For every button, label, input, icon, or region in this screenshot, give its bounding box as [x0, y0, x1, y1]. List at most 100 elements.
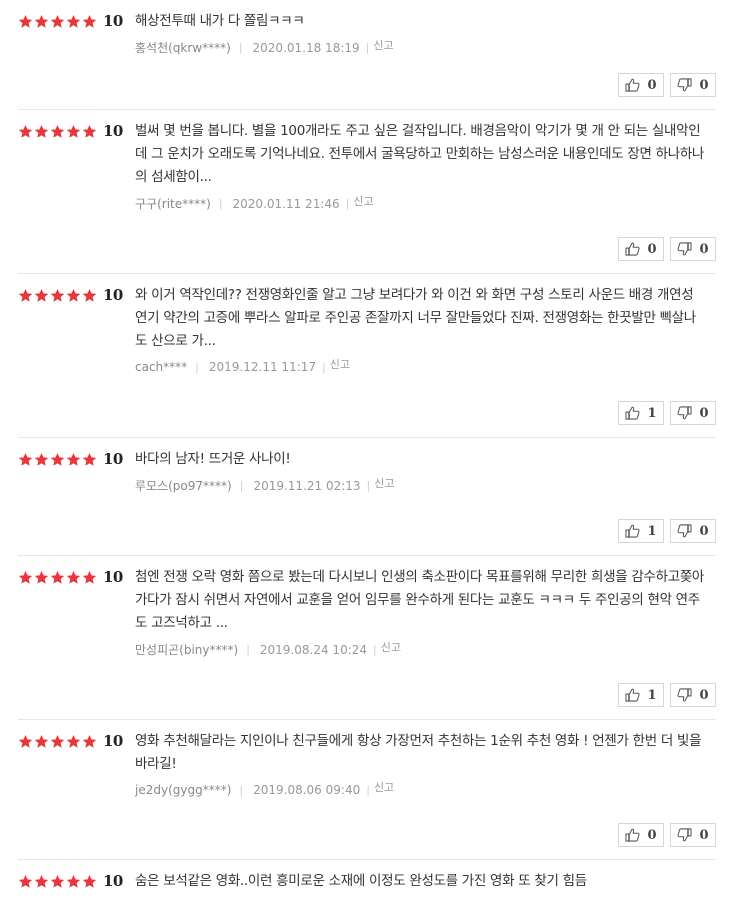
meta-divider: | [195, 360, 199, 374]
star-icon [82, 452, 97, 466]
report-link[interactable]: 신고 [374, 475, 394, 491]
dislike-count: 0 [699, 687, 709, 703]
review-meta: 구구(rite****) | 2020.01.11 21:46 | 신고 [135, 195, 705, 212]
dislike-button[interactable]: 0 [670, 73, 716, 97]
dislike-button[interactable]: 0 [670, 237, 716, 261]
report-link[interactable]: 신고 [373, 37, 393, 53]
like-count: 0 [647, 827, 657, 843]
star-rating [18, 452, 97, 467]
review-author: 구구(rite****) [135, 197, 211, 211]
vote-buttons: 0 0 [618, 73, 716, 97]
review-score: 10 [18, 286, 123, 304]
review-item: 10 영화 추천해달라는 지인이나 친구들에게 항상 가장먼저 추천하는 1순위… [18, 720, 716, 860]
dislike-button[interactable]: 0 [670, 683, 716, 707]
review-meta: 홍석천(qkrw****) | 2020.01.18 18:19 | 신고 [135, 39, 705, 56]
like-count: 1 [647, 687, 657, 703]
review-date: 2019.12.11 11:17 [208, 360, 316, 374]
review-meta: je2dy(gygg****) | 2019.08.06 09:40 | 신고 [135, 779, 705, 798]
review-score: 10 [18, 450, 123, 468]
review-text: 첨엔 전쟁 오락 영화 쯤으로 봤는데 다시보니 인생의 축소판이다 목표를위해… [135, 569, 705, 631]
vote-buttons: 1 0 [618, 519, 716, 543]
review-score: 10 [18, 122, 123, 140]
meta-divider: | [239, 479, 244, 492]
thumbs-up-icon [625, 406, 640, 420]
review-meta: cach**** | 2019.12.11 11:17 | 신고 [135, 356, 705, 375]
like-button[interactable]: 1 [618, 401, 664, 425]
review-meta: 루모스(po97****) | 2019.11.21 02:13 | 신고 [135, 477, 705, 494]
like-button[interactable]: 1 [618, 519, 664, 543]
like-count: 1 [647, 523, 657, 539]
thumbs-down-icon [677, 828, 693, 842]
review-item: 10 벌써 몇 번을 봅니다. 별을 100개라도 주고 싶은 걸작입니다. 배… [18, 110, 716, 274]
rating-number: 10 [103, 122, 123, 140]
report-link[interactable]: 신고 [374, 779, 394, 795]
vote-buttons: 1 0 [618, 401, 716, 425]
review-date: 2019.11.21 02:13 [253, 478, 361, 493]
star-icon [18, 124, 33, 138]
star-icon [50, 452, 65, 466]
star-icon [66, 874, 81, 888]
thumbs-up-icon [625, 828, 640, 842]
dislike-count: 0 [699, 241, 709, 257]
meta-divider: | [238, 41, 243, 54]
like-button[interactable]: 0 [618, 73, 664, 97]
report-link[interactable]: 신고 [353, 193, 373, 209]
like-count: 1 [647, 405, 657, 421]
meta-divider: | [218, 197, 223, 210]
vote-buttons: 0 0 [618, 237, 716, 261]
star-icon [18, 14, 33, 28]
dislike-button[interactable]: 0 [670, 823, 716, 847]
vote-buttons: 1 0 [618, 683, 716, 707]
review-text: 해상전투때 내가 다 쫄림ㅋㅋㅋ [135, 13, 305, 29]
like-count: 0 [647, 241, 657, 257]
star-rating [18, 14, 97, 29]
star-icon [50, 734, 65, 748]
star-icon [66, 452, 81, 466]
review-list: 10 해상전투때 내가 다 쫄림ㅋㅋㅋ 홍석천(qkrw****) | 2020… [0, 0, 738, 903]
review-text: 벌써 몇 번을 봅니다. 별을 100개라도 주고 싶은 걸작입니다. 배경음악… [135, 123, 705, 185]
star-icon [82, 288, 97, 302]
report-link[interactable]: 신고 [330, 356, 350, 372]
star-icon [34, 124, 49, 138]
star-rating [18, 874, 97, 889]
rating-number: 10 [103, 872, 123, 890]
review-date: 2019.08.24 10:24 [259, 642, 368, 657]
review-author: 만성피곤(biny****) [135, 643, 239, 657]
review-author: 루모스(po97****) [135, 479, 232, 493]
like-button[interactable]: 1 [618, 683, 664, 707]
star-rating [18, 124, 97, 139]
meta-divider: | [246, 643, 250, 656]
review-score: 10 [18, 568, 123, 586]
review-score: 10 [18, 12, 123, 30]
star-icon [66, 570, 81, 584]
dislike-button[interactable]: 0 [670, 519, 716, 543]
like-button[interactable]: 0 [618, 237, 664, 261]
star-icon [66, 734, 81, 748]
review-item: 10 와 이거 역작인데?? 전쟁영화인줄 알고 그냥 보려다가 와 이건 와 … [18, 274, 716, 438]
dislike-count: 0 [699, 523, 709, 539]
meta-divider: | [365, 41, 370, 54]
thumbs-up-icon [625, 242, 640, 256]
star-icon [34, 288, 49, 302]
star-icon [34, 14, 49, 28]
report-link[interactable]: 신고 [381, 639, 401, 655]
star-icon [34, 874, 49, 888]
review-text: 숨은 보석같은 영화..이런 흥미로운 소재에 이정도 완성도를 가진 영화 또… [135, 873, 587, 889]
star-icon [50, 288, 65, 302]
star-icon [66, 124, 81, 138]
dislike-count: 0 [699, 405, 709, 421]
star-icon [50, 570, 65, 584]
thumbs-up-icon [625, 688, 640, 702]
rating-number: 10 [103, 568, 123, 586]
star-rating [18, 570, 97, 585]
star-icon [82, 570, 97, 584]
review-text: 영화 추천해달라는 지인이나 친구들에게 항상 가장먼저 추천하는 1순위 추천… [135, 733, 702, 772]
review-date: 2020.01.18 18:19 [252, 40, 360, 55]
rating-number: 10 [103, 12, 123, 30]
thumbs-up-icon [625, 78, 640, 92]
star-icon [66, 288, 81, 302]
like-button[interactable]: 0 [618, 823, 664, 847]
star-rating [18, 734, 97, 749]
dislike-button[interactable]: 0 [670, 401, 716, 425]
thumbs-down-icon [677, 242, 693, 256]
